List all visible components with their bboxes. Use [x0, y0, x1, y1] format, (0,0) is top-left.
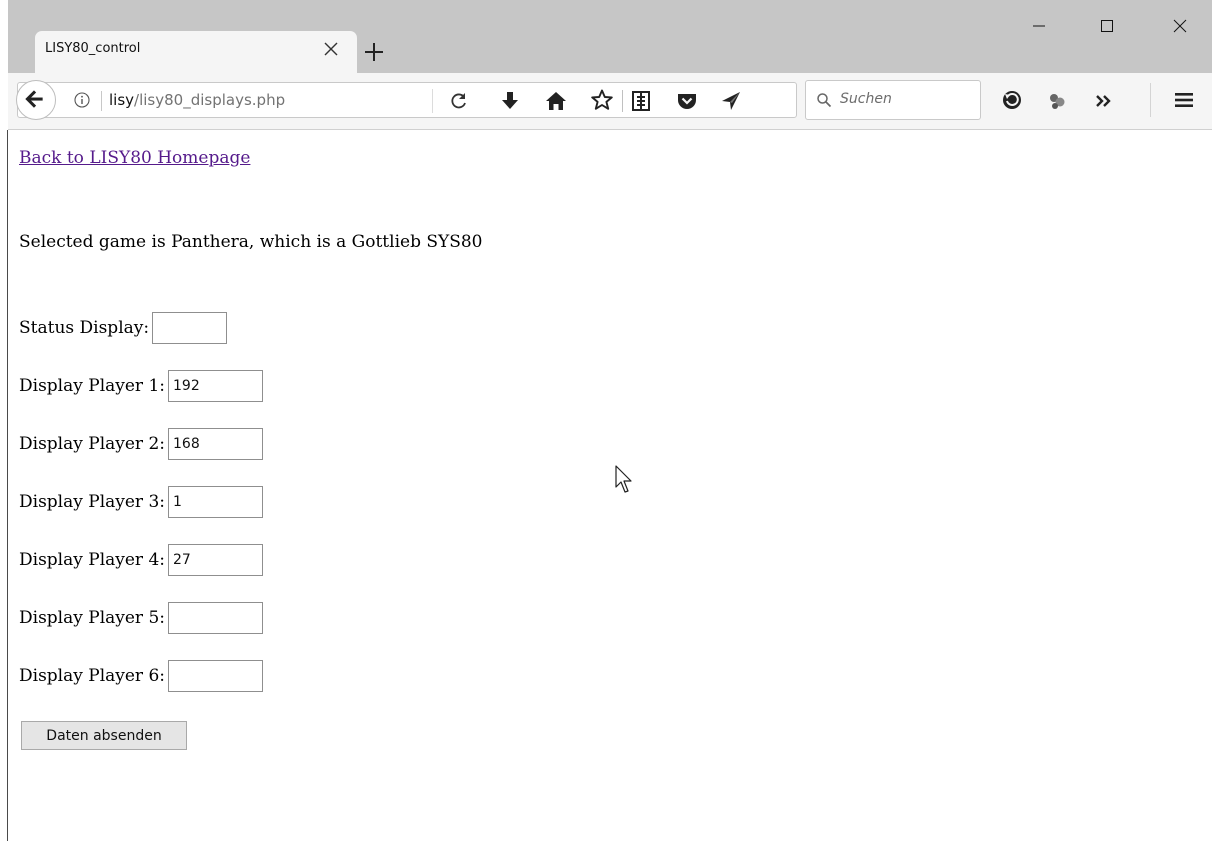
minimize-icon[interactable] — [1019, 12, 1059, 40]
display-player-1-row: Display Player 1: — [19, 369, 264, 403]
url-divider-right — [432, 89, 433, 113]
search-box[interactable]: Suchen — [805, 80, 981, 120]
selected-game-text: Selected game is Panthera, which is a Go… — [19, 232, 483, 252]
url-divider — [101, 91, 102, 111]
window-border — [7, 130, 8, 841]
display-player-1-input[interactable] — [168, 370, 264, 402]
reload-icon[interactable] — [449, 91, 469, 111]
field-label: Display Player 2: — [19, 434, 166, 454]
toolbar-separator — [1150, 83, 1151, 117]
mouse-cursor-icon — [615, 465, 632, 493]
field-label: Display Player 3: — [19, 492, 166, 512]
info-icon[interactable] — [74, 92, 90, 108]
toolbar-separator — [622, 90, 623, 112]
display-player-2-row: Display Player 2: — [19, 427, 264, 461]
download-icon[interactable] — [499, 90, 521, 112]
new-tab-icon[interactable] — [360, 38, 388, 66]
status-display-row: Status Display: — [19, 311, 228, 345]
display-player-6-input[interactable] — [168, 660, 264, 692]
search-placeholder: Suchen — [840, 91, 892, 107]
tab-title: LISY80_control — [45, 41, 141, 56]
back-arrow-icon — [25, 90, 43, 108]
pocket-icon[interactable] — [676, 90, 698, 112]
display-player-3-input[interactable] — [168, 486, 264, 518]
display-player-4-row: Display Player 4: — [19, 543, 264, 577]
bookmark-star-icon[interactable] — [591, 89, 613, 111]
url-host: lisy — [109, 91, 135, 109]
search-icon — [817, 93, 832, 108]
extensions-icon[interactable] — [1046, 90, 1068, 112]
submit-button[interactable]: Daten absenden — [21, 721, 187, 750]
display-player-5-input[interactable] — [168, 602, 264, 634]
display-player-3-row: Display Player 3: — [19, 485, 264, 519]
back-button[interactable] — [16, 80, 56, 120]
send-tab-icon[interactable] — [720, 90, 742, 112]
status-display-input[interactable] — [152, 312, 228, 344]
url-text[interactable]: lisy/lisy80_displays.php — [109, 91, 285, 109]
url-path: /lisy80_displays.php — [134, 91, 286, 109]
display-player-4-input[interactable] — [168, 544, 264, 576]
reader-list-icon[interactable] — [630, 90, 652, 112]
field-label: Display Player 1: — [19, 376, 166, 396]
display-player-5-row: Display Player 5: — [19, 601, 264, 635]
field-label: Display Player 6: — [19, 666, 166, 686]
display-player-6-row: Display Player 6: — [19, 659, 264, 693]
maximize-icon[interactable] — [1087, 12, 1127, 40]
display-player-2-input[interactable] — [168, 428, 264, 460]
browser-tab[interactable]: LISY80_control — [35, 31, 357, 73]
hamburger-menu-icon[interactable] — [1173, 89, 1195, 111]
overflow-chevron-icon[interactable] — [1093, 90, 1115, 112]
home-icon[interactable] — [545, 90, 567, 112]
window-close-icon[interactable] — [1160, 12, 1200, 40]
history-icon[interactable] — [1001, 89, 1023, 111]
field-label: Display Player 5: — [19, 608, 166, 628]
page-content: Back to LISY80 Homepage Selected game is… — [19, 130, 1199, 841]
field-label: Status Display: — [19, 318, 150, 338]
navigation-toolbar: lisy/lisy80_displays.php Suchen — [8, 73, 1212, 130]
back-to-homepage-link[interactable]: Back to LISY80 Homepage — [19, 148, 250, 168]
field-label: Display Player 4: — [19, 550, 166, 570]
close-tab-icon[interactable] — [319, 37, 343, 61]
title-bar: LISY80_control — [8, 0, 1212, 73]
